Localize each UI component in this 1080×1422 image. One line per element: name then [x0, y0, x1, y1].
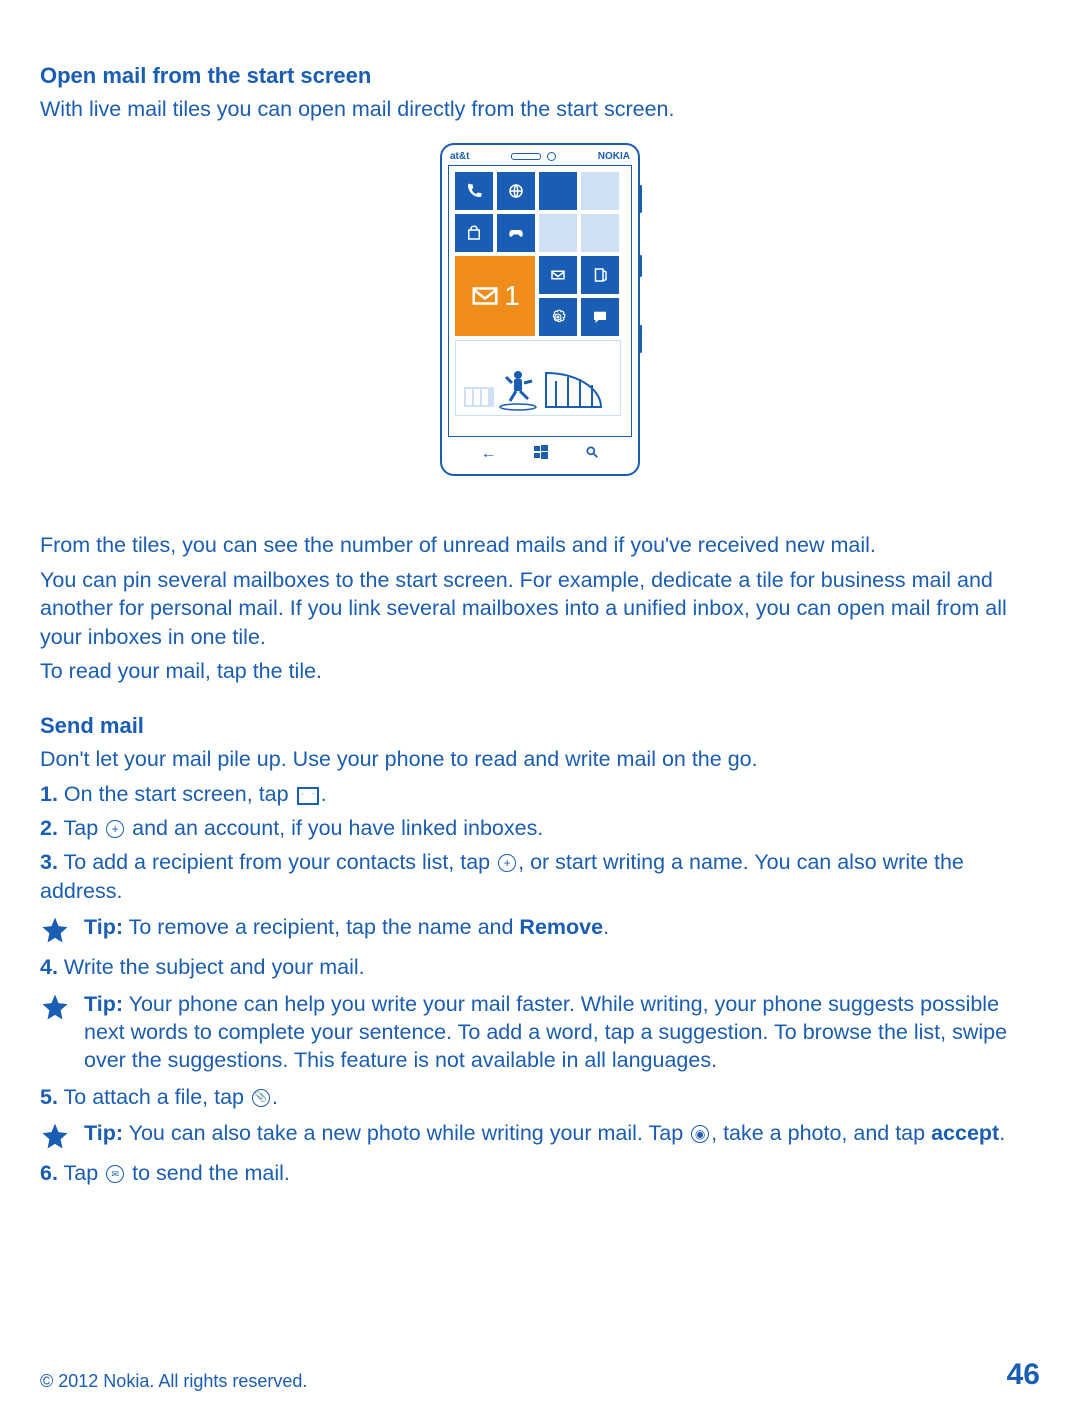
search-nav-icon	[585, 445, 599, 464]
mail-tile-icon	[297, 787, 319, 805]
copyright-text: © 2012 Nokia. All rights reserved.	[40, 1371, 307, 1392]
page-number: 46	[1007, 1358, 1040, 1392]
document-page: Open mail from the start screen With liv…	[0, 0, 1080, 1422]
para-tap-tile: To read your mail, tap the tile.	[40, 657, 1040, 685]
plus-circle-icon: +	[106, 820, 124, 838]
tile-browser-icon	[497, 172, 535, 210]
tip-2: Tip: Your phone can help you write your …	[40, 990, 1040, 1075]
windows-icon	[534, 445, 548, 464]
step-3: 3. To add a recipient from your contacts…	[40, 848, 1040, 905]
tile-games-icon	[497, 214, 535, 252]
attach-icon: 📎	[252, 1089, 270, 1107]
step-1: 1. On the start screen, tap .	[40, 780, 1040, 808]
star-icon	[40, 1121, 70, 1151]
tip-3: Tip: You can also take a new photo while…	[40, 1119, 1040, 1151]
send-icon: ✉	[106, 1165, 124, 1183]
camera-icon: ◉	[691, 1125, 709, 1143]
tile-mail-large: 1	[455, 256, 535, 336]
step-4: 4. Write the subject and your mail.	[40, 953, 1040, 981]
phone-nav-bar: ←	[448, 437, 632, 464]
tip-1: Tip: To remove a recipient, tap the name…	[40, 913, 1040, 945]
star-icon	[40, 992, 70, 1022]
tile-store-icon	[455, 214, 493, 252]
carrier-label: at&t	[450, 151, 469, 162]
star-icon	[40, 915, 70, 945]
step-2: 2. Tap + and an account, if you have lin…	[40, 814, 1040, 842]
brand-label: NOKIA	[598, 151, 630, 162]
tile-messaging-icon	[581, 298, 619, 336]
page-footer: © 2012 Nokia. All rights reserved. 46	[40, 1358, 1040, 1392]
tile-photo-wide	[455, 340, 621, 416]
para-pin-mailboxes: You can pin several mailboxes to the sta…	[40, 566, 1040, 651]
tile-mail-small-icon	[539, 256, 577, 294]
heading-open-mail: Open mail from the start screen	[40, 63, 1040, 89]
step-6: 6. Tap ✉ to send the mail.	[40, 1159, 1040, 1187]
back-icon: ←	[481, 445, 497, 464]
intro-open-mail: With live mail tiles you can open mail d…	[40, 95, 1040, 123]
tile-office-icon	[581, 256, 619, 294]
intro-send-mail: Don't let your mail pile up. Use your ph…	[40, 745, 1040, 773]
para-unread-count: From the tiles, you can see the number o…	[40, 531, 1040, 559]
tile-phone-icon	[455, 172, 493, 210]
phone-illustration: at&t NOKIA	[40, 143, 1040, 476]
plus-circle-icon: +	[498, 854, 516, 872]
heading-send-mail: Send mail	[40, 713, 1040, 739]
step-5: 5. To attach a file, tap 📎.	[40, 1083, 1040, 1111]
tile-settings-icon	[539, 298, 577, 336]
mail-unread-count: 1	[504, 280, 520, 312]
